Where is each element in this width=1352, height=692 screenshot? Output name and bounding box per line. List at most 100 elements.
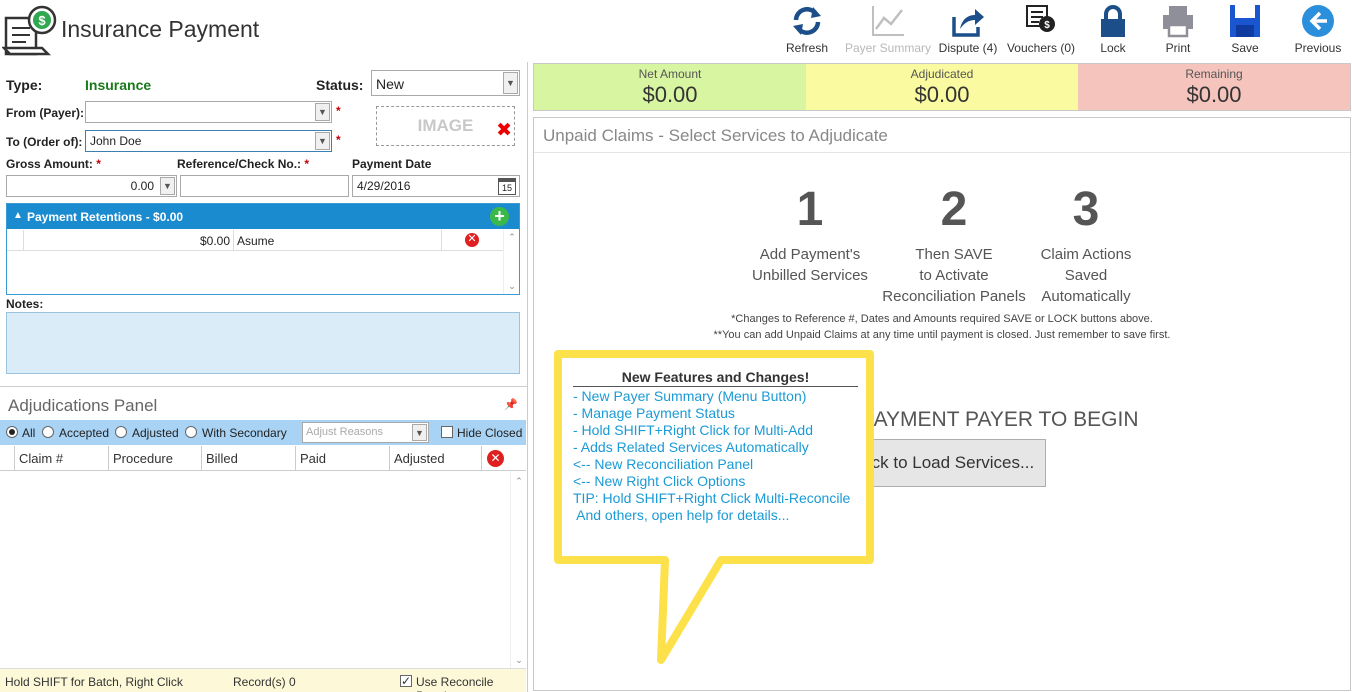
- image-placeholder: IMAGE: [417, 116, 474, 135]
- lock-button[interactable]: Lock: [1093, 0, 1133, 60]
- step-number: 1: [796, 183, 824, 236]
- filter-adjusted-radio[interactable]: [115, 426, 127, 438]
- refresh-label: Refresh: [785, 41, 829, 55]
- step-description: Claim Actions Saved Automatically: [1040, 246, 1132, 305]
- table-row[interactable]: $0.00 Asume ✕: [7, 230, 504, 251]
- use-reconcile-panel-checkbox[interactable]: ✓: [400, 675, 412, 687]
- notes-textarea[interactable]: [6, 312, 520, 374]
- payment-date-label: Payment Date: [352, 157, 432, 171]
- new-features-heading: New Features and Changes!: [573, 369, 858, 387]
- adjudications-scrollbar[interactable]: ⌃ ⌄: [510, 472, 526, 668]
- scroll-up-icon[interactable]: ⌃: [511, 476, 527, 487]
- filter-all-radio[interactable]: [6, 426, 18, 438]
- filter-adjusted-label: Adjusted: [132, 426, 179, 440]
- adjudication-filter-bar: All Accepted Adjusted With Secondary Adj…: [0, 420, 526, 445]
- row-selector-header[interactable]: [0, 446, 15, 470]
- scroll-down-icon[interactable]: ⌄: [504, 281, 520, 292]
- step-number: 3: [1072, 183, 1100, 236]
- hide-closed-label: Hide Closed: [457, 426, 523, 440]
- chart-line-icon: [872, 6, 904, 36]
- title-divider: [534, 152, 1350, 153]
- lock-icon: [1101, 5, 1125, 37]
- to-order-of-dropdown[interactable]: John Doe ▼: [85, 130, 332, 152]
- refresh-button[interactable]: Refresh: [783, 0, 831, 60]
- hide-closed-checkbox[interactable]: [441, 426, 453, 438]
- printer-icon: [1163, 6, 1193, 38]
- print-button[interactable]: Print: [1158, 0, 1198, 60]
- feature-item: <-- New Right Click Options: [573, 473, 746, 489]
- chevron-down-icon: ▼: [503, 72, 518, 94]
- share-icon: [952, 9, 984, 37]
- step-one: 1 Add Payment's Unbilled Services: [735, 184, 885, 286]
- required-mark: *: [336, 104, 341, 118]
- retention-name: Asume: [234, 230, 442, 251]
- required-mark: *: [336, 133, 341, 147]
- column-paid[interactable]: Paid: [296, 446, 390, 470]
- scroll-up-icon[interactable]: ⌃: [504, 232, 520, 243]
- feature-item: And others, open help for details...: [573, 507, 790, 523]
- payment-date-input[interactable]: 4/29/2016 15: [352, 175, 520, 197]
- retentions-scrollbar[interactable]: ⌃ ⌄: [503, 230, 519, 294]
- to-order-of-value: John Doe: [90, 134, 142, 148]
- filter-accepted-radio[interactable]: [42, 426, 54, 438]
- check-image-dropzone[interactable]: IMAGE ✖: [376, 106, 515, 146]
- previous-button[interactable]: Previous: [1292, 0, 1344, 60]
- chevron-down-icon: ▼: [160, 177, 175, 195]
- save-label: Save: [1231, 41, 1259, 55]
- delete-retention-icon[interactable]: ✕: [465, 233, 479, 247]
- payer-summary-button[interactable]: Payer Summary: [844, 0, 932, 60]
- status-label: Status:: [316, 77, 364, 93]
- floppy-icon: [1230, 5, 1260, 37]
- collapse-caret-icon[interactable]: ▲: [13, 210, 23, 221]
- new-features-list: New Features and Changes! - New Payer Su…: [573, 369, 858, 524]
- remove-image-icon[interactable]: ✖: [496, 121, 512, 141]
- step-two: 2 Then SAVE to Activate Reconciliation Pan…: [874, 184, 1034, 307]
- feature-item: - Hold SHIFT+Right Click for Multi-Add: [573, 422, 814, 438]
- reference-check-input[interactable]: [180, 175, 349, 197]
- step-three: 3 Claim Actions Saved Automatically: [1024, 184, 1148, 307]
- adjudicated-label: Adjudicated: [910, 67, 974, 81]
- add-retention-icon[interactable]: +: [490, 207, 509, 226]
- save-requirement-note: *Changes to Reference #, Dates and Amoun…: [731, 313, 1153, 325]
- column-billed[interactable]: Billed: [202, 446, 296, 470]
- use-reconcile-panel-label: Use Reconcile Panel: [416, 675, 494, 692]
- batch-hint-text: Hold SHIFT for Batch, Right Click: [5, 675, 183, 689]
- adjudications-panel-title: Adjudications Panel: [8, 396, 158, 415]
- column-procedure[interactable]: Procedure: [109, 446, 202, 470]
- vouchers-label: Vouchers (0): [1006, 41, 1076, 55]
- status-value: New: [376, 76, 405, 92]
- scroll-down-icon[interactable]: ⌄: [511, 655, 527, 666]
- gross-amount-label: Gross Amount: *: [6, 157, 101, 171]
- type-value: Insurance: [85, 77, 152, 93]
- feature-item: <-- New Reconciliation Panel: [573, 456, 754, 472]
- remaining-label: Remaining: [1185, 67, 1243, 81]
- save-button[interactable]: Save: [1225, 0, 1265, 60]
- type-label: Type:: [6, 77, 43, 93]
- adjudications-table-body: ⌃ ⌄: [0, 472, 526, 668]
- remaining-total: Remaining $0.00: [1078, 64, 1350, 110]
- calendar-icon[interactable]: 15: [498, 178, 516, 195]
- dispute-button[interactable]: Dispute (4): [937, 0, 999, 60]
- record-count: Record(s) 0: [233, 675, 296, 689]
- retention-amount: $0.00: [24, 230, 234, 251]
- gross-amount-value: 0.00: [130, 179, 154, 193]
- vouchers-button[interactable]: $ Vouchers (0): [1006, 0, 1076, 60]
- adjust-reasons-dropdown[interactable]: Adjust Reasons ▼: [302, 422, 429, 443]
- payment-details-pane: Type: Insurance Status: New ▼ From (Paye…: [0, 62, 528, 692]
- filter-with-secondary-radio[interactable]: [185, 426, 197, 438]
- row-selector[interactable]: [7, 230, 24, 251]
- to-order-of-label: To (Order of):: [6, 135, 83, 149]
- from-payer-dropdown[interactable]: ▼: [85, 101, 332, 123]
- from-payer-label: From (Payer):: [6, 106, 85, 120]
- gross-amount-input[interactable]: 0.00 ▼: [6, 175, 177, 197]
- arrow-left-icon: [1302, 5, 1334, 37]
- status-dropdown[interactable]: New ▼: [371, 70, 520, 96]
- pin-icon[interactable]: 📌: [504, 398, 518, 411]
- payment-retentions-header[interactable]: ▲ Payment Retentions - $0.00 +: [7, 204, 519, 229]
- payment-date-value: 4/29/2016: [357, 179, 411, 193]
- column-claim-number[interactable]: Claim #: [15, 446, 109, 470]
- step-description: Add Payment's Unbilled Services: [752, 246, 868, 284]
- column-adjusted[interactable]: Adjusted: [390, 446, 482, 470]
- pane-splitter[interactable]: [527, 62, 528, 692]
- delete-adjudication-icon[interactable]: ✕: [487, 450, 504, 467]
